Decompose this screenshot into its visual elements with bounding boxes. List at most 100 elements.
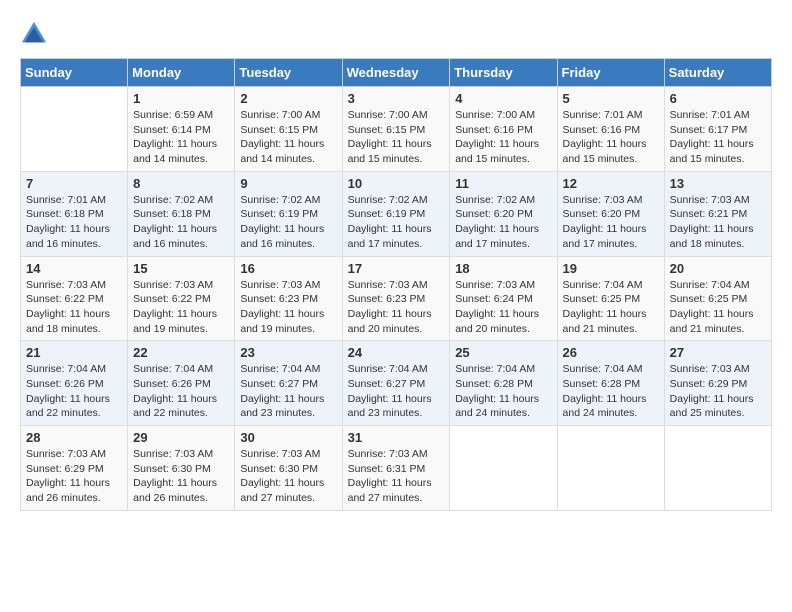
day-number: 29 — [133, 430, 229, 445]
day-info: Sunrise: 7:04 AMSunset: 6:27 PMDaylight:… — [240, 362, 336, 421]
weekday-header-tuesday: Tuesday — [235, 59, 342, 87]
day-info: Sunrise: 7:04 AMSunset: 6:25 PMDaylight:… — [670, 278, 766, 337]
day-number: 8 — [133, 176, 229, 191]
day-number: 28 — [26, 430, 122, 445]
day-info: Sunrise: 7:03 AMSunset: 6:20 PMDaylight:… — [563, 193, 659, 252]
calendar-header: SundayMondayTuesdayWednesdayThursdayFrid… — [21, 59, 772, 87]
day-number: 6 — [670, 91, 766, 106]
calendar-week-row: 28 Sunrise: 7:03 AMSunset: 6:29 PMDayligh… — [21, 426, 772, 511]
day-info: Sunrise: 7:01 AMSunset: 6:18 PMDaylight:… — [26, 193, 122, 252]
calendar-cell — [450, 426, 557, 511]
weekday-header-wednesday: Wednesday — [342, 59, 450, 87]
calendar-cell: 25 Sunrise: 7:04 AMSunset: 6:28 PMDayligh… — [450, 341, 557, 426]
day-info: Sunrise: 7:01 AMSunset: 6:17 PMDaylight:… — [670, 108, 766, 167]
calendar-cell: 12 Sunrise: 7:03 AMSunset: 6:20 PMDayligh… — [557, 171, 664, 256]
calendar-cell: 23 Sunrise: 7:04 AMSunset: 6:27 PMDayligh… — [235, 341, 342, 426]
day-number: 11 — [455, 176, 551, 191]
calendar-cell: 6 Sunrise: 7:01 AMSunset: 6:17 PMDaylight… — [664, 87, 771, 172]
calendar-cell: 5 Sunrise: 7:01 AMSunset: 6:16 PMDaylight… — [557, 87, 664, 172]
day-number: 23 — [240, 345, 336, 360]
day-info: Sunrise: 7:02 AMSunset: 6:19 PMDaylight:… — [348, 193, 445, 252]
calendar-cell: 31Sunrise: 7:03 AMSunset: 6:31 PMDayligh… — [342, 426, 450, 511]
day-number: 20 — [670, 261, 766, 276]
day-info: Sunrise: 7:03 AMSunset: 6:22 PMDaylight:… — [26, 278, 122, 337]
calendar-cell: 30 Sunrise: 7:03 AMSunset: 6:30 PMDayligh… — [235, 426, 342, 511]
day-info: Sunrise: 7:03 AMSunset: 6:30 PMDaylight:… — [240, 447, 336, 506]
calendar-body: 1 Sunrise: 6:59 AMSunset: 6:14 PMDaylight… — [21, 87, 772, 511]
weekday-header-sunday: Sunday — [21, 59, 128, 87]
day-number: 1 — [133, 91, 229, 106]
calendar-cell: 14 Sunrise: 7:03 AMSunset: 6:22 PMDayligh… — [21, 256, 128, 341]
day-info: Sunrise: 7:03 AMSunset: 6:31 PMDaylight:… — [348, 447, 445, 506]
calendar-cell: 16 Sunrise: 7:03 AMSunset: 6:23 PMDayligh… — [235, 256, 342, 341]
day-info: Sunrise: 7:04 AMSunset: 6:26 PMDaylight:… — [26, 362, 122, 421]
day-number: 18 — [455, 261, 551, 276]
day-info: Sunrise: 6:59 AMSunset: 6:14 PMDaylight:… — [133, 108, 229, 167]
calendar-cell: 28 Sunrise: 7:03 AMSunset: 6:29 PMDayligh… — [21, 426, 128, 511]
weekday-row: SundayMondayTuesdayWednesdayThursdayFrid… — [21, 59, 772, 87]
calendar-cell: 26Sunrise: 7:04 AMSunset: 6:28 PMDayligh… — [557, 341, 664, 426]
day-number: 27 — [670, 345, 766, 360]
calendar-cell: 19 Sunrise: 7:04 AMSunset: 6:25 PMDayligh… — [557, 256, 664, 341]
day-info: Sunrise: 7:03 AMSunset: 6:21 PMDaylight:… — [670, 193, 766, 252]
calendar-cell: 10 Sunrise: 7:02 AMSunset: 6:19 PMDayligh… — [342, 171, 450, 256]
day-info: Sunrise: 7:03 AMSunset: 6:23 PMDaylight:… — [348, 278, 445, 337]
day-number: 24 — [348, 345, 445, 360]
calendar-cell: 11 Sunrise: 7:02 AMSunset: 6:20 PMDayligh… — [450, 171, 557, 256]
logo-icon — [20, 20, 48, 48]
day-info: Sunrise: 7:00 AMSunset: 6:16 PMDaylight:… — [455, 108, 551, 167]
calendar-cell: 1 Sunrise: 6:59 AMSunset: 6:14 PMDaylight… — [128, 87, 235, 172]
day-number: 5 — [563, 91, 659, 106]
day-info: Sunrise: 7:03 AMSunset: 6:23 PMDaylight:… — [240, 278, 336, 337]
page-header — [20, 20, 772, 48]
weekday-header-friday: Friday — [557, 59, 664, 87]
day-number: 12 — [563, 176, 659, 191]
day-info: Sunrise: 7:00 AMSunset: 6:15 PMDaylight:… — [348, 108, 445, 167]
weekday-header-thursday: Thursday — [450, 59, 557, 87]
calendar-cell: 27 Sunrise: 7:03 AMSunset: 6:29 PMDayligh… — [664, 341, 771, 426]
calendar-cell: 29 Sunrise: 7:03 AMSunset: 6:30 PMDayligh… — [128, 426, 235, 511]
day-info: Sunrise: 7:02 AMSunset: 6:18 PMDaylight:… — [133, 193, 229, 252]
day-number: 25 — [455, 345, 551, 360]
day-number: 21 — [26, 345, 122, 360]
day-number: 2 — [240, 91, 336, 106]
calendar-week-row: 14 Sunrise: 7:03 AMSunset: 6:22 PMDayligh… — [21, 256, 772, 341]
day-number: 9 — [240, 176, 336, 191]
calendar-cell: 2 Sunrise: 7:00 AMSunset: 6:15 PMDaylight… — [235, 87, 342, 172]
calendar-cell: 15Sunrise: 7:03 AMSunset: 6:22 PMDayligh… — [128, 256, 235, 341]
day-number: 26 — [563, 345, 659, 360]
day-info: Sunrise: 7:04 AMSunset: 6:28 PMDaylight:… — [455, 362, 551, 421]
day-number: 22 — [133, 345, 229, 360]
day-info: Sunrise: 7:03 AMSunset: 6:22 PMDaylight:… — [133, 278, 229, 337]
day-number: 13 — [670, 176, 766, 191]
day-info: Sunrise: 7:03 AMSunset: 6:30 PMDaylight:… — [133, 447, 229, 506]
day-number: 30 — [240, 430, 336, 445]
calendar-week-row: 21 Sunrise: 7:04 AMSunset: 6:26 PMDayligh… — [21, 341, 772, 426]
calendar-cell: 17 Sunrise: 7:03 AMSunset: 6:23 PMDayligh… — [342, 256, 450, 341]
day-info: Sunrise: 7:01 AMSunset: 6:16 PMDaylight:… — [563, 108, 659, 167]
calendar-cell: 9Sunrise: 7:02 AMSunset: 6:19 PMDaylight… — [235, 171, 342, 256]
day-info: Sunrise: 7:03 AMSunset: 6:29 PMDaylight:… — [670, 362, 766, 421]
calendar-cell: 18 Sunrise: 7:03 AMSunset: 6:24 PMDayligh… — [450, 256, 557, 341]
day-info: Sunrise: 7:03 AMSunset: 6:24 PMDaylight:… — [455, 278, 551, 337]
day-info: Sunrise: 7:03 AMSunset: 6:29 PMDaylight:… — [26, 447, 122, 506]
day-info: Sunrise: 7:04 AMSunset: 6:25 PMDaylight:… — [563, 278, 659, 337]
day-info: Sunrise: 7:04 AMSunset: 6:26 PMDaylight:… — [133, 362, 229, 421]
day-info: Sunrise: 7:04 AMSunset: 6:27 PMDaylight:… — [348, 362, 445, 421]
day-info: Sunrise: 7:02 AMSunset: 6:20 PMDaylight:… — [455, 193, 551, 252]
day-number: 7 — [26, 176, 122, 191]
day-info: Sunrise: 7:00 AMSunset: 6:15 PMDaylight:… — [240, 108, 336, 167]
logo — [20, 20, 52, 48]
day-number: 3 — [348, 91, 445, 106]
day-number: 19 — [563, 261, 659, 276]
day-number: 14 — [26, 261, 122, 276]
calendar-cell: 4Sunrise: 7:00 AMSunset: 6:16 PMDaylight… — [450, 87, 557, 172]
calendar-week-row: 1 Sunrise: 6:59 AMSunset: 6:14 PMDaylight… — [21, 87, 772, 172]
calendar-week-row: 7 Sunrise: 7:01 AMSunset: 6:18 PMDaylight… — [21, 171, 772, 256]
calendar-cell: 24 Sunrise: 7:04 AMSunset: 6:27 PMDayligh… — [342, 341, 450, 426]
day-number: 17 — [348, 261, 445, 276]
day-number: 16 — [240, 261, 336, 276]
weekday-header-saturday: Saturday — [664, 59, 771, 87]
calendar-cell: 7 Sunrise: 7:01 AMSunset: 6:18 PMDaylight… — [21, 171, 128, 256]
day-number: 10 — [348, 176, 445, 191]
